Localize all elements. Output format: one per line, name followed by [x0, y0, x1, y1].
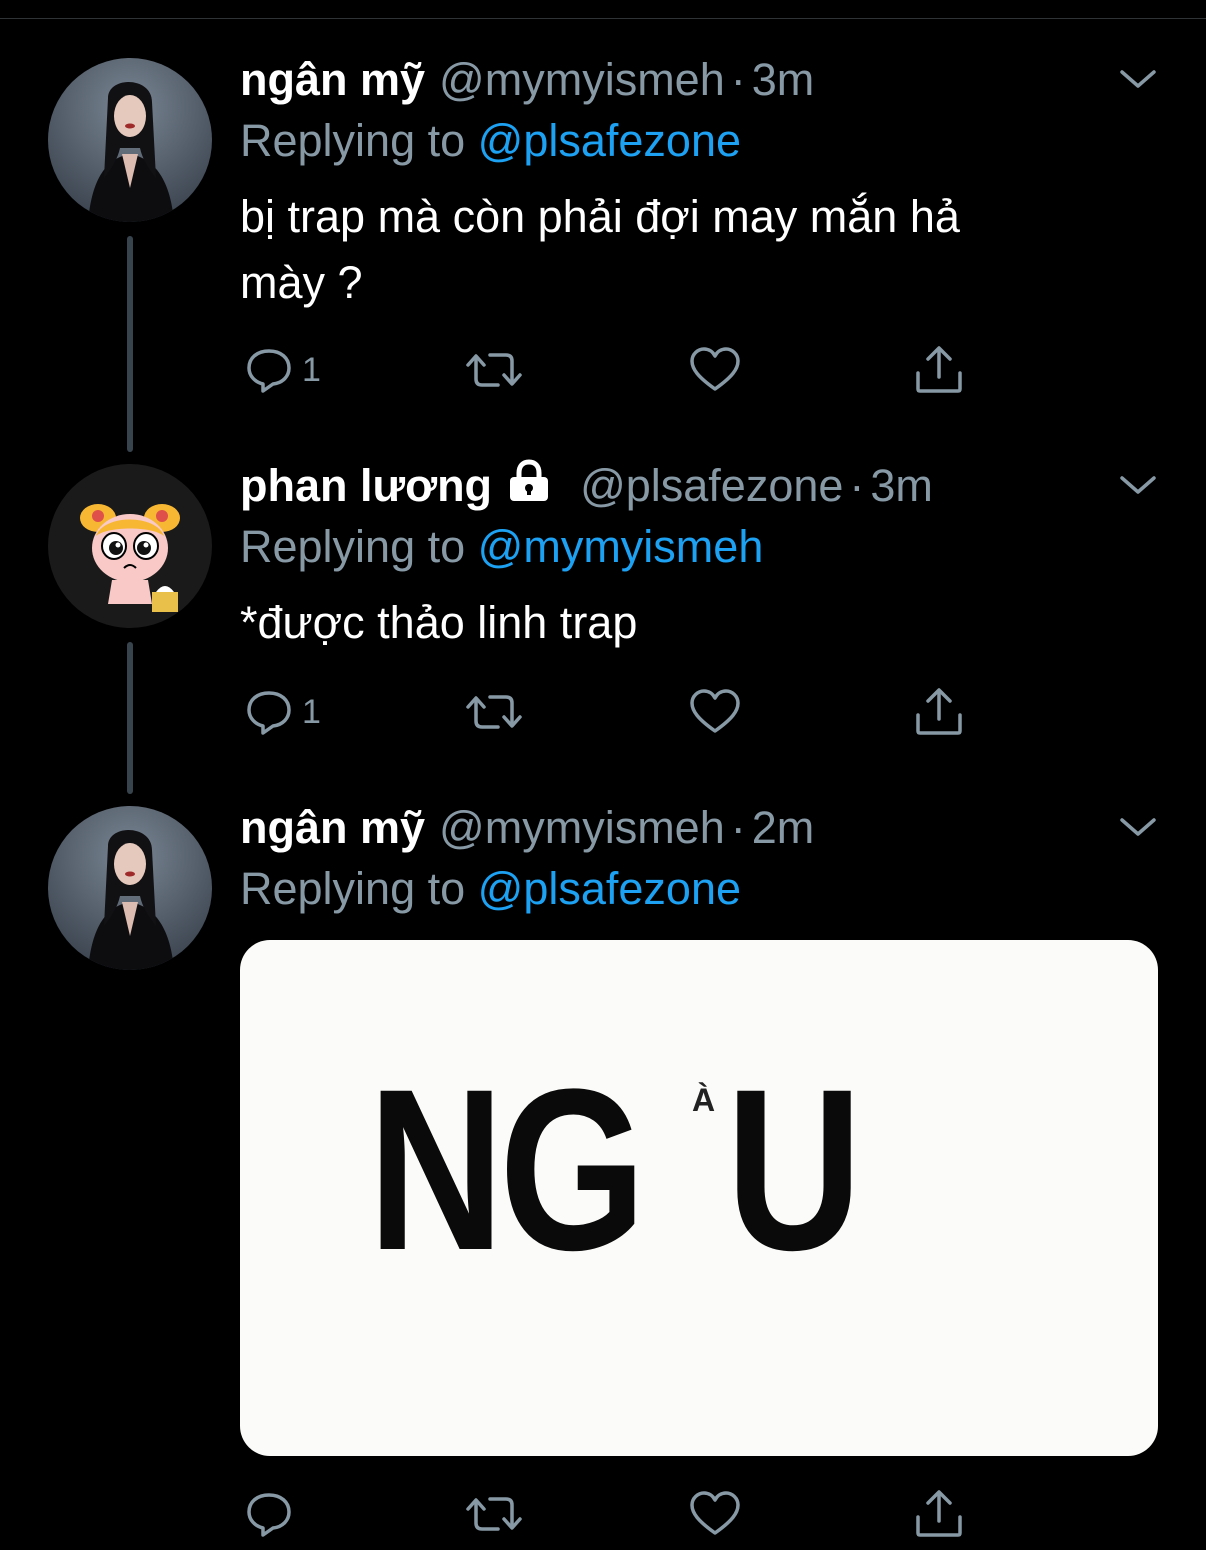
image-text-right: U: [726, 1041, 863, 1298]
timestamp[interactable]: 2m: [752, 802, 815, 854]
share-icon: [916, 346, 962, 393]
separator-dot: ·: [730, 54, 746, 105]
separator-dot: ·: [730, 802, 746, 853]
replying-to: Replying to @plsafezone: [240, 110, 1160, 172]
user-handle[interactable]: @mymyismeh: [439, 54, 725, 106]
like-icon: [690, 347, 740, 391]
retweet-icon: [466, 695, 522, 729]
share-button[interactable]: [912, 682, 966, 742]
mention-link[interactable]: @plsafezone: [478, 863, 741, 914]
separator-dot: ·: [849, 460, 865, 511]
avatar[interactable]: [48, 806, 212, 970]
user-handle[interactable]: @plsafezone: [580, 460, 843, 512]
attached-image[interactable]: NG À U: [240, 940, 1158, 1456]
reply-count: 1: [302, 350, 321, 389]
display-name[interactable]: ngân mỹ: [240, 54, 425, 106]
replying-prefix: Replying to: [240, 863, 466, 914]
retweet-button[interactable]: [464, 340, 524, 400]
like-icon: [690, 689, 740, 733]
reply-icon: [247, 691, 291, 735]
timestamp[interactable]: 3m: [870, 460, 933, 512]
like-button[interactable]: [688, 1484, 742, 1544]
replying-prefix: Replying to: [240, 521, 466, 572]
image-word: NG: [368, 1050, 701, 1290]
avatar[interactable]: [48, 464, 212, 628]
avatar[interactable]: [48, 58, 212, 222]
image-text-left: NG: [368, 1041, 646, 1298]
reply-button[interactable]: [244, 1484, 302, 1544]
image-accent: À: [692, 1082, 716, 1118]
retweet-button[interactable]: [464, 682, 524, 742]
reply-count: 1: [302, 692, 321, 731]
like-button[interactable]: [688, 682, 742, 742]
reply-button[interactable]: 1: [244, 340, 321, 400]
lock-icon: [506, 458, 552, 514]
replying-to: Replying to @mymyismeh: [240, 516, 1160, 578]
retweet-icon: [466, 353, 522, 387]
chevron-down-icon[interactable]: [1118, 64, 1158, 94]
user-handle[interactable]: @mymyismeh: [439, 802, 725, 854]
display-name[interactable]: ngân mỹ: [240, 802, 425, 854]
reply-icon: [247, 349, 291, 393]
tweet-text: bị trap mà còn phải đợi may mắn hả mày ?: [240, 191, 960, 308]
share-button[interactable]: [912, 1484, 966, 1544]
reply-icon: [247, 1493, 291, 1537]
mention-link[interactable]: @plsafezone: [478, 115, 741, 166]
chevron-down-icon[interactable]: [1118, 470, 1158, 500]
display-name[interactable]: phan lương: [240, 460, 492, 512]
share-icon: [916, 688, 962, 735]
top-divider: [0, 18, 1206, 19]
tweet-header: ngân mỹ @mymyismeh · 3m: [240, 50, 1160, 110]
share-button[interactable]: [912, 340, 966, 400]
thread-line: [127, 236, 133, 452]
reply-button[interactable]: 1: [244, 682, 321, 742]
tweet-header: phan lương @plsafezone · 3m: [240, 456, 1160, 516]
mention-link[interactable]: @mymyismeh: [478, 521, 764, 572]
retweet-button[interactable]: [464, 1484, 524, 1544]
like-icon: [690, 1491, 740, 1535]
replying-prefix: Replying to: [240, 115, 466, 166]
retweet-icon: [466, 1497, 522, 1531]
timestamp[interactable]: 3m: [752, 54, 815, 106]
share-icon: [916, 1490, 962, 1537]
chevron-down-icon[interactable]: [1118, 812, 1158, 842]
thread-line: [127, 642, 133, 794]
tweet-text: *được thảo linh trap: [240, 597, 638, 648]
like-button[interactable]: [688, 340, 742, 400]
replying-to: Replying to @plsafezone: [240, 858, 1160, 920]
tweet-header: ngân mỹ @mymyismeh · 2m: [240, 798, 1160, 858]
